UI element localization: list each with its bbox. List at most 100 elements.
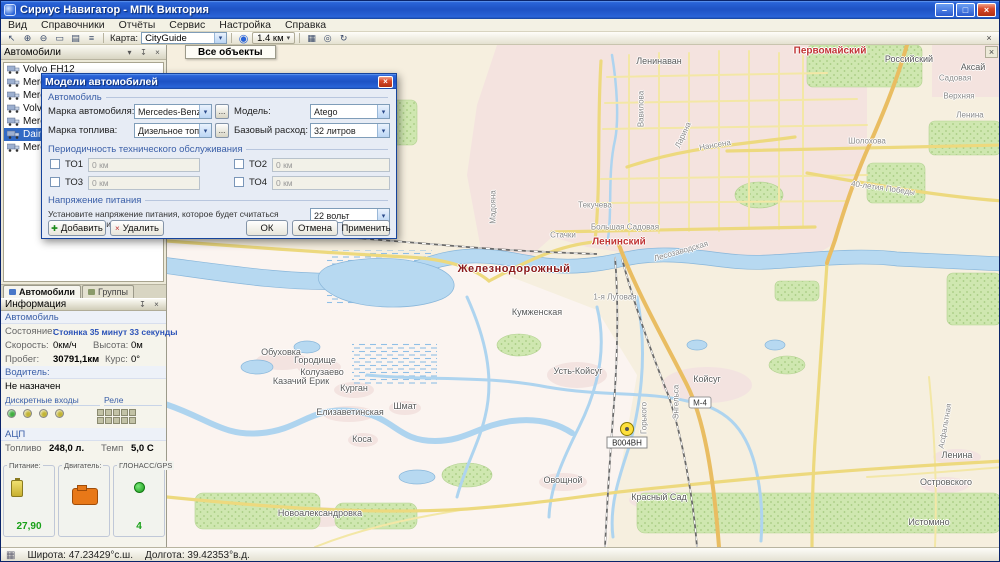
relay-cell <box>97 409 104 416</box>
relay-cell <box>105 417 112 424</box>
speed-value: 0км/ч <box>53 340 93 351</box>
coordinates-icon: ▦ <box>6 550 15 561</box>
battery-icon <box>11 480 23 497</box>
add-button[interactable]: ✚ Добавить <box>48 220 106 236</box>
maximize-button[interactable]: □ <box>956 3 975 17</box>
section-driver: Водитель: <box>1 366 166 379</box>
relay-cell <box>97 417 104 424</box>
dialog-titlebar[interactable]: Модели автомобилей × <box>42 74 396 89</box>
pin-icon[interactable]: ↧ <box>138 48 149 57</box>
engine-groupbox: Двигатель: <box>58 465 110 537</box>
truck-icon <box>7 91 20 100</box>
brand-label: Марка автомобиля: <box>48 106 134 117</box>
to2-input[interactable]: 0 км <box>272 158 390 172</box>
menu-item[interactable]: Отчёты <box>112 19 163 31</box>
panel-close-icon[interactable]: × <box>152 48 163 57</box>
to2-label: ТО2 <box>249 159 267 170</box>
model-select[interactable]: Atego <box>310 104 390 119</box>
menu-item[interactable]: Настройка <box>212 19 278 31</box>
satellite-icon <box>134 482 145 493</box>
section-car-label: Автомобиль <box>48 92 102 103</box>
truck-icon <box>7 65 20 74</box>
car-models-dialog: Модели автомобилей × Автомобиль Марка ав… <box>41 73 397 239</box>
minimize-button[interactable]: – <box>935 3 954 17</box>
relay-cell <box>121 409 128 416</box>
grid-button[interactable]: ▦ <box>304 32 319 44</box>
truck-icon <box>7 104 20 113</box>
vehicles-tab-icon <box>9 289 16 295</box>
relay-label: Реле <box>104 395 162 406</box>
titlebar[interactable]: Сириус Навигатор - МПК Виктория – □ × <box>1 1 999 19</box>
latitude-value: Широта: 47.23429°с.ш. <box>27 550 133 561</box>
chevron-down-icon[interactable]: ▾ <box>124 48 135 57</box>
globe-button[interactable]: ◎ <box>320 32 335 44</box>
legend-button[interactable]: ≡ <box>84 32 99 44</box>
toolbar-close-icon[interactable]: × <box>982 33 996 43</box>
to3-input[interactable]: 0 км <box>88 176 200 190</box>
section-maintenance-label: Периодичность технического обслуживания <box>48 144 242 155</box>
marker-icon-button[interactable]: ◉ <box>236 32 251 45</box>
menu-item[interactable]: Справка <box>278 19 333 31</box>
to2-checkbox[interactable] <box>234 159 244 169</box>
zoom-in-button[interactable]: ⊕ <box>20 32 35 44</box>
altitude-label: Высота: <box>93 340 131 351</box>
state-value: Стоянка 35 минут 33 секунды <box>53 327 178 337</box>
to3-checkbox[interactable] <box>50 177 60 187</box>
apply-button[interactable]: Применить <box>342 220 390 236</box>
state-label: Состояние: <box>5 326 53 337</box>
ok-button[interactable]: ОК <box>246 220 288 236</box>
panel-close-icon[interactable]: × <box>151 300 162 309</box>
fuel-label: Топливо <box>5 443 49 454</box>
to4-label: ТО4 <box>249 177 267 188</box>
model-label: Модель: <box>234 106 271 117</box>
gps-value: 4 <box>114 521 164 532</box>
layers-button[interactable]: ▤ <box>68 32 83 44</box>
brand-more-button[interactable]: ... <box>215 104 229 119</box>
app-icon <box>4 4 16 16</box>
vehicle-plate-label: В004ВН <box>612 439 642 448</box>
relay-cell <box>105 409 112 416</box>
gps-groupbox: ГЛОНАСС/GPS 4 <box>113 465 165 537</box>
to3-label: ТО3 <box>65 177 83 188</box>
discrete-inputs-label: Дискретные входы <box>5 395 100 406</box>
zoom-out-button[interactable]: ⊖ <box>36 32 51 44</box>
refresh-button[interactable]: ↻ <box>336 32 351 44</box>
select-tool-button[interactable]: ↖ <box>4 32 19 44</box>
scale-control[interactable]: 1.4 км ▾ <box>252 32 295 44</box>
dialog-close-button[interactable]: × <box>378 76 393 88</box>
info-panel-header[interactable]: Информация ↧ × <box>1 298 166 311</box>
map-select[interactable]: CityGuide <box>141 32 227 44</box>
close-button[interactable]: × <box>977 3 996 17</box>
map-close-icon[interactable]: × <box>985 46 998 58</box>
brand-select[interactable]: Mercedes-Benz <box>134 104 212 119</box>
to4-input[interactable]: 0 км <box>272 176 390 190</box>
menu-item[interactable]: Сервис <box>162 19 212 31</box>
menu-item[interactable]: Справочники <box>34 19 112 31</box>
tab-groups[interactable]: Группы <box>82 285 134 298</box>
input-leds <box>5 409 97 418</box>
delete-button[interactable]: × Удалить <box>110 220 164 236</box>
to4-checkbox[interactable] <box>234 177 244 187</box>
speed-label: Скорость: <box>5 340 53 351</box>
tab-all-objects[interactable]: Все объекты <box>185 45 276 59</box>
toolbar-icon: ↖ <box>8 33 16 44</box>
truck-icon <box>7 143 20 152</box>
fuel-select[interactable]: Дизельное топливо <box>134 123 212 138</box>
menubar: ВидСправочникиОтчётыСервисНастройкаСправ… <box>1 19 999 32</box>
to1-input[interactable]: 0 км <box>88 158 200 172</box>
input-led <box>23 409 32 418</box>
toolbar-icon: ▦ <box>307 33 316 44</box>
to1-label: ТО1 <box>65 159 83 170</box>
consumption-select[interactable]: 32 литров <box>310 123 390 138</box>
menu-item[interactable]: Вид <box>1 19 34 31</box>
to1-checkbox[interactable] <box>50 159 60 169</box>
power-groupbox: Питание: 27,90 <box>3 465 55 537</box>
cancel-button[interactable]: Отмена <box>292 220 338 236</box>
tab-vehicles[interactable]: Автомобили <box>3 285 81 298</box>
pan-tool-button[interactable]: ▭ <box>52 32 67 44</box>
vehicles-panel-header[interactable]: Автомобили ▾ ↧ × <box>1 45 166 60</box>
fuel-more-button[interactable]: ... <box>215 123 229 138</box>
info-panel-title: Информация <box>5 299 134 310</box>
window-title: Сириус Навигатор - МПК Виктория <box>20 4 209 16</box>
pin-icon[interactable]: ↧ <box>137 300 148 309</box>
